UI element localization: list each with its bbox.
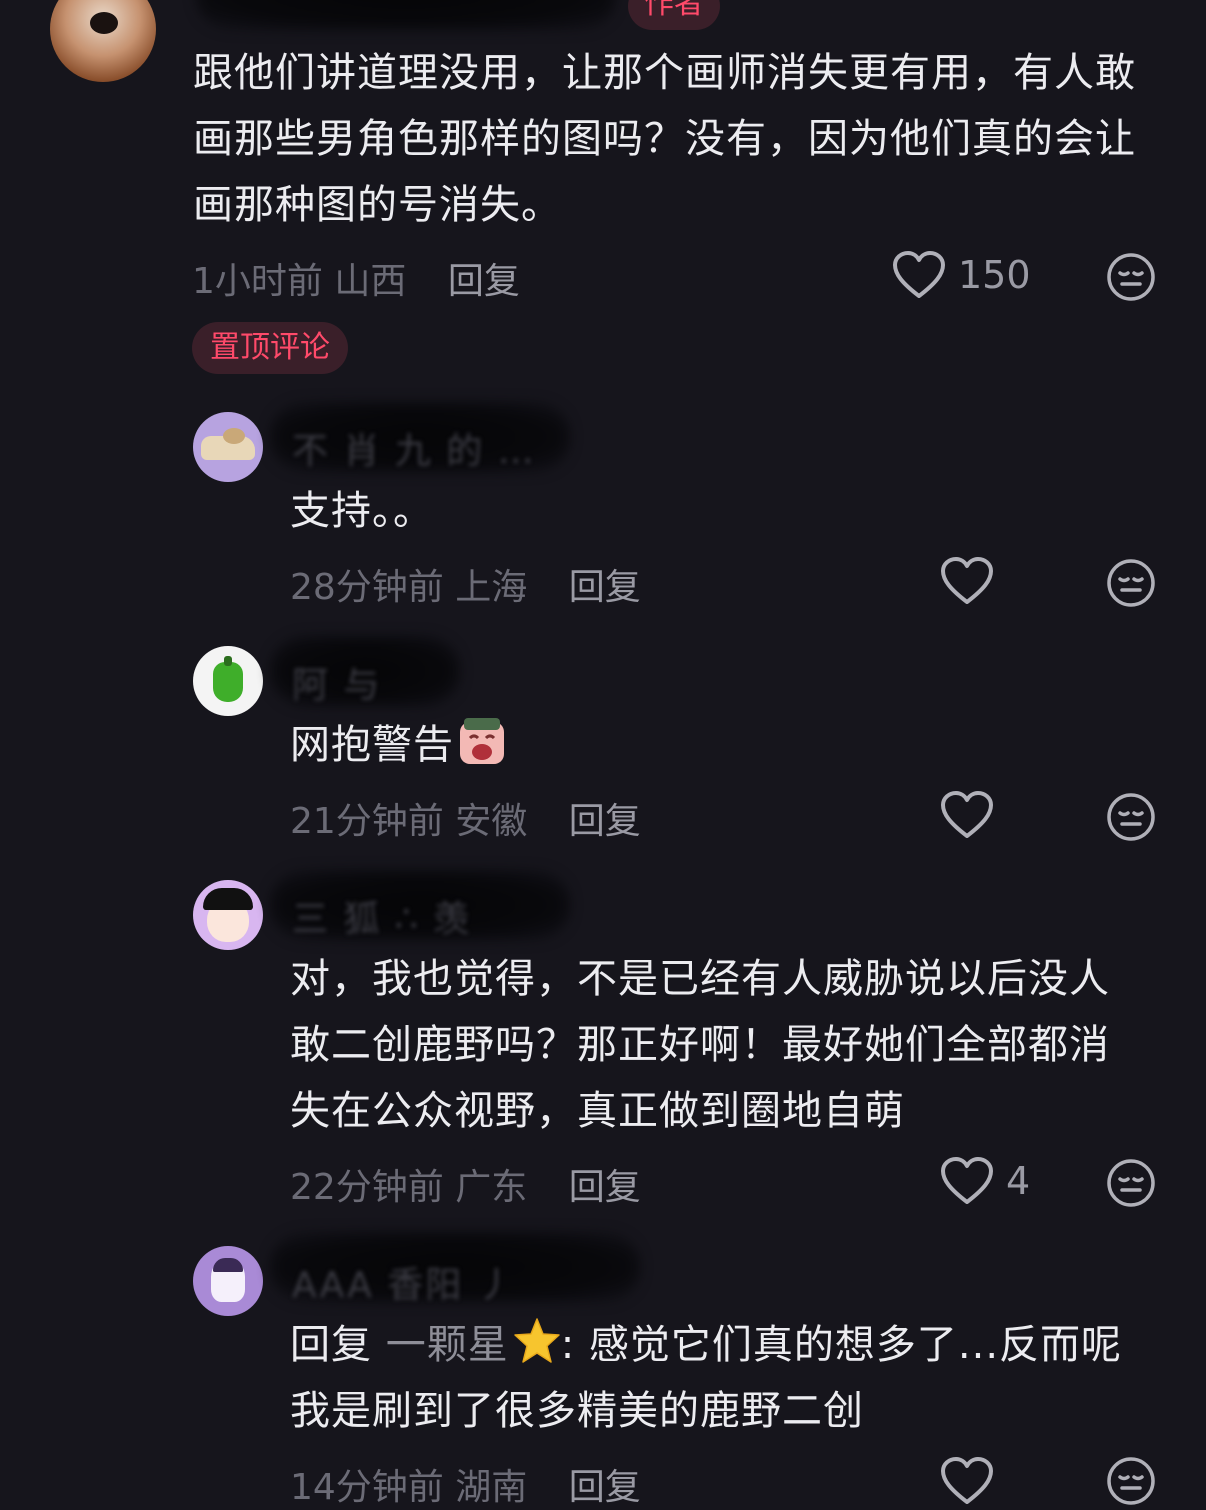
comment-time: 21分钟前 (290, 801, 444, 842)
reply-meta: 21分钟前 安徽 回复 (290, 792, 641, 844)
comment-time: 1小时前 (192, 261, 323, 302)
comment-line: 画那些男角色那样的图吗？没有，因为他们真的会让 (193, 116, 1136, 162)
user-name: 阿 与 (292, 665, 382, 706)
author-name-blurred (196, 0, 616, 30)
comment-location: 安徽 (455, 801, 528, 842)
dislike-face-icon[interactable] (1106, 1158, 1156, 1208)
green-pepper-icon (213, 662, 243, 702)
dislike-face-icon[interactable] (1106, 1456, 1156, 1506)
comment-time: 28分钟前 (290, 567, 444, 608)
like-button[interactable] (940, 556, 994, 606)
comment-location: 上海 (455, 567, 528, 608)
like-button[interactable]: 4 (940, 1156, 1030, 1206)
star-emoji-icon (513, 1316, 561, 1366)
reply-button[interactable]: 回复 (569, 801, 641, 842)
comment-line: 跟他们讲道理没用，让那个画师消失更有用，有人敢 (193, 50, 1136, 96)
comment-location: 山西 (334, 261, 407, 302)
user-avatar[interactable] (193, 880, 263, 950)
reply-meta: 22分钟前 广东 回复 (290, 1158, 641, 1210)
dislike-face-icon[interactable] (1106, 558, 1156, 608)
heart-icon (941, 1457, 993, 1504)
like-button[interactable]: 150 (892, 250, 1031, 300)
author-comment-meta: 1小时前 山西 回复 (192, 252, 520, 304)
reply-text: 回复 一颗星: 感觉它们真的想多了...反而呢 我是刷到了很多精美的鹿野二创 (290, 1312, 1122, 1444)
reply-text: 支持。。 (290, 488, 434, 534)
reply-target-user[interactable]: 一颗星 (386, 1322, 509, 1368)
author-comment-text: 跟他们讲道理没用，让那个画师消失更有用，有人敢 画那些男角色那样的图吗？没有，因… (193, 40, 1136, 238)
author-badge: 作者 (628, 0, 720, 30)
user-name: 三 狐 ∴ 羡 (292, 899, 472, 940)
user-avatar[interactable] (193, 412, 263, 482)
comment-line: 画那种图的号消失。 (193, 182, 562, 228)
heart-icon (941, 791, 993, 838)
dog-nose-icon (90, 12, 118, 34)
comment-time: 14分钟前 (290, 1467, 444, 1508)
like-button[interactable] (940, 1456, 994, 1506)
reply-meta: 28分钟前 上海 回复 (290, 558, 641, 610)
user-name: 不 肖 九 的 … (292, 431, 536, 472)
heart-icon (893, 251, 945, 298)
reply-button[interactable]: 回复 (569, 1467, 641, 1508)
crying-emoji-icon (458, 716, 506, 766)
reply-button[interactable]: 回复 (448, 261, 520, 302)
user-avatar[interactable] (193, 646, 263, 716)
reply-text: 对，我也觉得，不是已经有人威胁说以后没人 敢二创鹿野吗？那正好啊！最好她们全部都… (290, 956, 1110, 1134)
comment-location: 广东 (455, 1167, 528, 1208)
author-avatar[interactable] (50, 0, 156, 82)
heart-icon (941, 1157, 993, 1204)
like-button[interactable] (940, 790, 994, 840)
like-count: 4 (1006, 1159, 1031, 1203)
reply-button[interactable]: 回复 (569, 1167, 641, 1208)
user-avatar[interactable] (193, 1246, 263, 1316)
dislike-face-icon[interactable] (1106, 252, 1156, 302)
reply-text: 网抱警告 (290, 712, 506, 778)
reply-prefix: 回复 (290, 1322, 372, 1368)
pinned-comment-badge: 置顶评论 (192, 322, 348, 374)
user-name: AAA 香阳 丿 (292, 1265, 515, 1306)
reply-meta: 14分钟前 湖南 回复 (290, 1458, 641, 1510)
like-count: 150 (958, 253, 1031, 297)
reply-button[interactable]: 回复 (569, 567, 641, 608)
comment-time: 22分钟前 (290, 1167, 444, 1208)
dislike-face-icon[interactable] (1106, 792, 1156, 842)
heart-icon (941, 557, 993, 604)
comment-location: 湖南 (455, 1467, 528, 1508)
